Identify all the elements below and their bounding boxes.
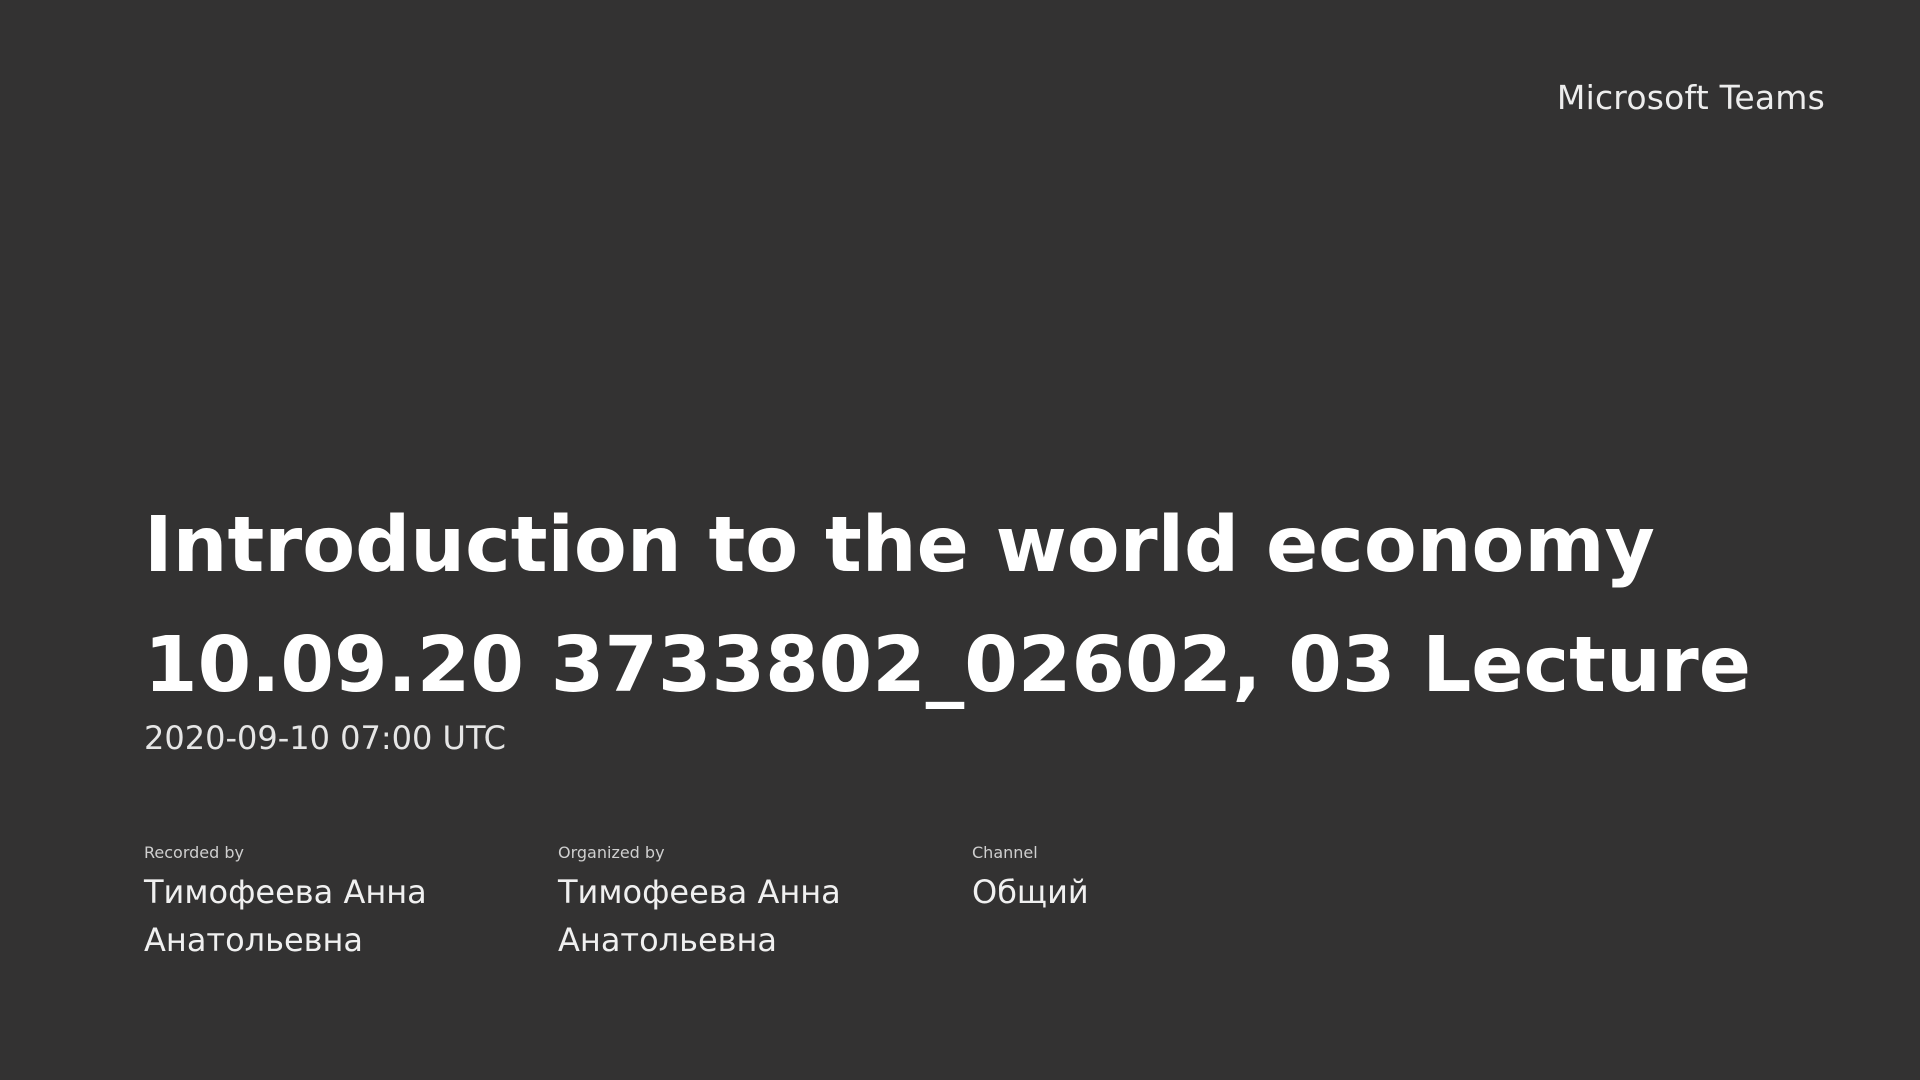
recording-metadata: Recorded by Тимофеева Анна Анатольевна O…: [144, 842, 1824, 964]
channel-section: Channel Общий: [972, 842, 1386, 964]
recording-title: Introduction to the world economy 10.09.…: [144, 486, 1764, 726]
channel-label: Channel: [972, 843, 1038, 862]
organized-by-label: Organized by: [558, 843, 665, 862]
channel-value: Общий: [972, 873, 1089, 911]
recorded-by-label: Recorded by: [144, 843, 244, 862]
recording-title-line-2: 10.09.20 3733802_02602, 03 Lecture 1...: [144, 621, 1764, 710]
organized-by-value: Тимофеева Анна Анатольевна: [558, 873, 841, 959]
recorded-by-value: Тимофеева Анна Анатольевна: [144, 873, 427, 959]
recording-info-panel: Introduction to the world economy 10.09.…: [144, 486, 1824, 964]
app-brand-label: Microsoft Teams: [1556, 78, 1825, 117]
organized-by-section: Organized by Тимофеева Анна Анатольевна: [558, 842, 972, 964]
recorded-by-section: Recorded by Тимофеева Анна Анатольевна: [144, 842, 558, 964]
recording-title-line-1: Introduction to the world economy: [144, 501, 1655, 590]
